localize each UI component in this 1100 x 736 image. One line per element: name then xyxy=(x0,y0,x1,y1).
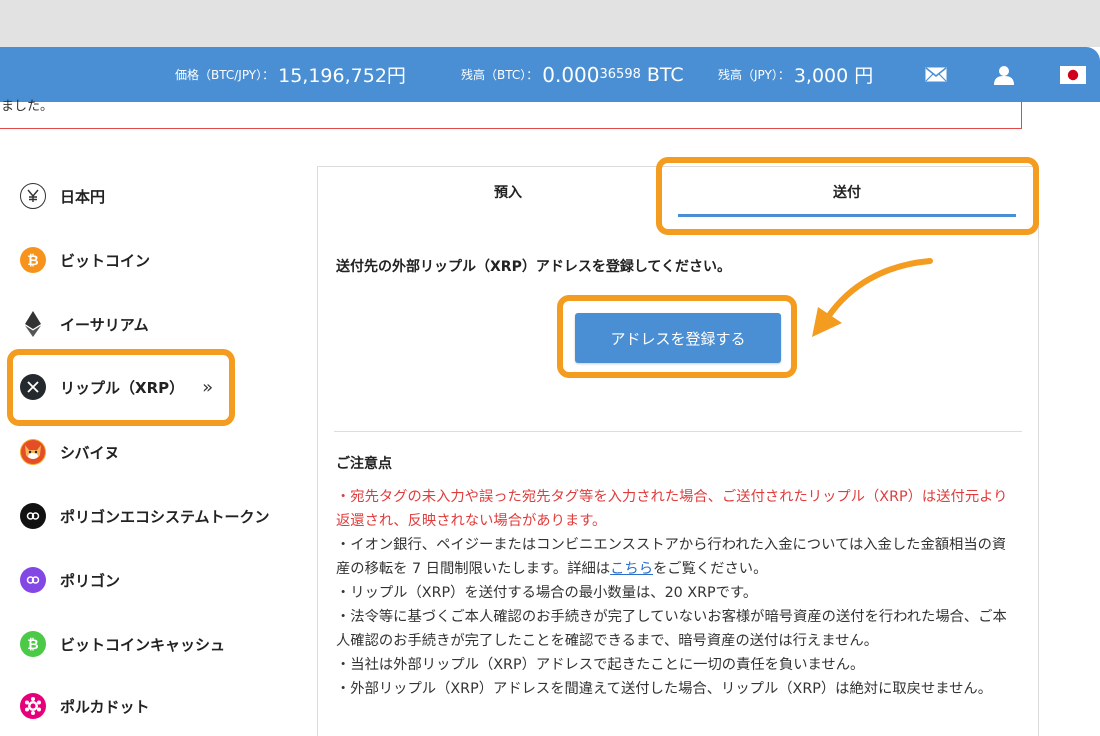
bitcoin-icon: ₿ xyxy=(20,247,46,273)
sidebar-item-label: シバイヌ xyxy=(60,443,120,462)
tab-send-underline xyxy=(678,214,1016,217)
sidebar-item-label: リップル（XRP） xyxy=(60,378,185,397)
yen-icon xyxy=(20,183,46,209)
btc-balance-main: 0.000 xyxy=(542,62,600,87)
note-item: ・外部リップル（XRP）アドレスを間違えて送付した場合、リップル（XRP）は絶対… xyxy=(336,681,993,697)
sidebar-item-bch[interactable]: ₿ ビットコインキャッシュ xyxy=(20,624,225,664)
sidebar-item-jpy[interactable]: 日本円 xyxy=(20,176,105,216)
main-panel: 預入 送付 送付先の外部リップル（XRP）アドレスを登録してください。 アドレス… xyxy=(317,166,1039,736)
mail-icon[interactable] xyxy=(922,47,950,102)
sidebar-item-polkadot[interactable]: ポルカドット xyxy=(20,686,150,726)
sidebar-item-xrp[interactable]: リップル（XRP） » xyxy=(20,367,213,407)
sidebar-item-polygon[interactable]: ポリゴン xyxy=(20,560,120,600)
shiba-icon xyxy=(20,439,46,465)
divider xyxy=(334,431,1022,432)
register-address-button[interactable]: アドレスを登録する xyxy=(575,313,781,363)
price-label: 価格（BTC/JPY）： xyxy=(175,68,275,82)
jpy-balance-value: 3,000 円 xyxy=(793,65,874,87)
sidebar-item-label: ビットコインキャッシュ xyxy=(60,635,226,654)
chevron-right-icon: » xyxy=(202,376,214,398)
polkadot-icon xyxy=(20,693,46,719)
btc-unit: BTC xyxy=(646,63,684,86)
price-value: 15,196,752円 xyxy=(278,65,406,87)
tab-deposit[interactable]: 預入 xyxy=(318,167,698,217)
note-item: ・法令等に基づくご本人確認のお手続きが完了していないお客様が暗号資産の送付を行わ… xyxy=(336,609,1007,649)
pol-icon xyxy=(20,503,46,529)
sidebar-item-shiba[interactable]: シバイヌ xyxy=(20,432,120,472)
bch-icon: ₿ xyxy=(20,631,46,657)
sidebar-item-label: ポルカドット xyxy=(60,697,150,716)
pointer-arrow-icon xyxy=(812,258,933,337)
polygon-icon xyxy=(20,567,46,593)
instruction-text: 送付先の外部リップル（XRP）アドレスを登録してください。 xyxy=(336,259,731,275)
ethereum-icon xyxy=(20,311,46,337)
sidebar-item-label: 日本円 xyxy=(60,187,106,206)
tab-send[interactable]: 送付 xyxy=(678,167,1016,217)
sidebar-item-ethereum[interactable]: イーサリアム xyxy=(20,304,149,344)
japan-flag-icon[interactable] xyxy=(1058,47,1088,102)
sidebar-item-label: ビットコイン xyxy=(60,251,151,270)
note-item: ・当社は外部リップル（XRP）アドレスで起きたことに一切の責任を負いません。 xyxy=(336,657,865,673)
btc-balance-small: 36598 xyxy=(599,67,641,82)
note-item: ・宛先タグの未入力や誤った宛先タグ等を入力された場合、ご送付されたリップル（XR… xyxy=(336,489,1008,529)
sidebar-item-bitcoin[interactable]: ₿ ビットコイン xyxy=(20,240,150,280)
note-text: をご覧ください。 xyxy=(653,561,768,577)
browser-top-bar xyxy=(0,0,1100,47)
details-link[interactable]: こちら xyxy=(610,561,653,577)
alert-box: ました。 xyxy=(0,99,1022,129)
note-item: ・リップル（XRP）を送付する場合の最小数量は、20 XRPです。 xyxy=(336,585,758,601)
user-icon[interactable] xyxy=(990,47,1018,102)
btc-balance: 残高（BTC）： 0.000 36598 BTC xyxy=(461,47,684,102)
jpy-balance-label: 残高（JPY）： xyxy=(718,68,790,82)
price-display: 価格（BTC/JPY）： 15,196,752円 xyxy=(175,47,406,102)
sidebar-item-label: ポリゴンエコシステムトークン xyxy=(60,507,270,526)
sidebar-item-label: イーサリアム xyxy=(60,315,149,334)
notes-list: ・宛先タグの未入力や誤った宛先タグ等を入力された場合、ご送付されたリップル（XR… xyxy=(336,485,1016,701)
header-bar: 価格（BTC/JPY）： 15,196,752円 残高（BTC）： 0.000 … xyxy=(0,47,1100,102)
notes-title: ご注意点 xyxy=(336,456,392,472)
alert-text: ました。 xyxy=(1,99,54,114)
jpy-balance: 残高（JPY）： 3,000 円 xyxy=(718,47,873,102)
note-item: ・イオン銀行、ペイジーまたはコンビニエンスストアから行われた入金については入金し… xyxy=(336,533,1016,581)
xrp-icon xyxy=(20,374,46,400)
sidebar-item-label: ポリゴン xyxy=(60,571,121,590)
sidebar-item-pol[interactable]: ポリゴンエコシステムトークン xyxy=(20,496,270,536)
btc-balance-label: 残高（BTC）： xyxy=(461,68,539,82)
